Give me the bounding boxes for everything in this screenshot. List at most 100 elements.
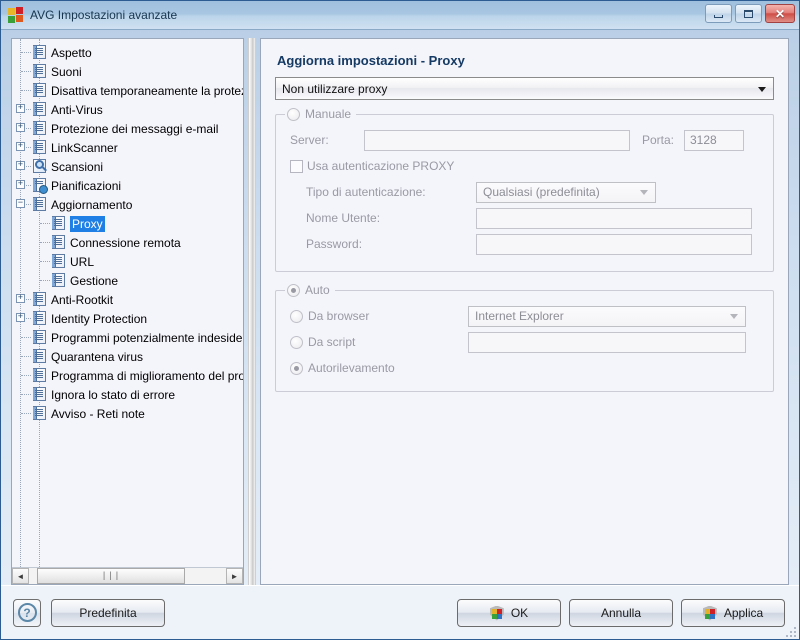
tree-item-url[interactable]: URL: [12, 252, 243, 271]
from-browser-radio[interactable]: [290, 309, 303, 323]
apply-button-label: Applica: [723, 606, 764, 620]
tree-guide-dash: [21, 356, 31, 357]
cancel-button[interactable]: Annulla: [569, 599, 673, 627]
from-browser-row: Da browser Internet Explorer: [290, 303, 759, 329]
tree-guide-dash: [21, 52, 31, 53]
document-icon: [33, 387, 47, 402]
expand-icon[interactable]: +: [16, 104, 25, 113]
server-input[interactable]: [364, 129, 630, 151]
tree-item-label: URL: [70, 254, 95, 269]
auto-proxy-group: Auto Da browser Internet Explorer Da scr…: [275, 283, 774, 392]
default-button[interactable]: Predefinita: [51, 598, 165, 627]
browser-value: Internet Explorer: [475, 309, 564, 323]
settings-tree[interactable]: Aspetto Suoni Disattiva temporaneamente la…: [12, 39, 243, 567]
document-icon: [52, 216, 66, 231]
expand-icon[interactable]: +: [16, 180, 25, 189]
tree-item-label: Disattiva temporaneamente la protezione …: [51, 83, 243, 98]
panel-splitter[interactable]: [244, 38, 260, 585]
tree-item-proxy[interactable]: Proxy: [12, 214, 243, 233]
tree-horizontal-scrollbar[interactable]: ◄ ||| ►: [12, 567, 243, 584]
server-label: Server:: [290, 133, 329, 147]
tree-item-programmi-potenzialmente-indesiderati[interactable]: Programmi potenzialmente indesiderati: [12, 328, 243, 347]
scroll-right-arrow-icon[interactable]: ►: [226, 568, 243, 584]
avg-advanced-settings-window: AVG Impostazioni avanzate ✕ Aspetto Suoni…: [0, 0, 800, 640]
tree-item-disattiva-temporaneamente-la-protezione-avg[interactable]: Disattiva temporaneamente la protezione …: [12, 81, 243, 100]
auth-type-value: Qualsiasi (predefinita): [483, 185, 600, 199]
tree-item-suoni[interactable]: Suoni: [12, 62, 243, 81]
auth-type-combobox[interactable]: Qualsiasi (predefinita): [476, 181, 656, 203]
document-icon: [33, 140, 47, 155]
browser-combobox[interactable]: Internet Explorer: [468, 305, 746, 327]
tree-item-label: Programmi potenzialmente indesiderati: [51, 330, 243, 345]
magnifier-icon: [33, 159, 47, 174]
tree-item-aspetto[interactable]: Aspetto: [12, 43, 243, 62]
tree-item-label: Scansioni: [51, 159, 104, 174]
close-button[interactable]: ✕: [765, 4, 795, 23]
tree-item-avviso-reti-note[interactable]: Avviso - Reti note: [12, 404, 243, 423]
manual-radio-indicator: [287, 107, 300, 121]
tree-item-aggiornamento[interactable]: − Aggiornamento: [12, 195, 243, 214]
tree-item-programma-di-miglioramento-del-prodotto[interactable]: Programma di miglioramento del prodotto: [12, 366, 243, 385]
script-input[interactable]: [468, 331, 746, 353]
splitter-bar[interactable]: [248, 38, 256, 585]
close-icon: ✕: [774, 6, 786, 21]
tree-item-pianificazioni[interactable]: + Pianificazioni: [12, 176, 243, 195]
ok-button[interactable]: OK: [457, 599, 561, 627]
tree-item-anti-virus[interactable]: + Anti-Virus: [12, 100, 243, 119]
document-icon: [33, 292, 47, 307]
username-input[interactable]: [476, 207, 752, 229]
tree-item-identity-protection[interactable]: + Identity Protection: [12, 309, 243, 328]
tree-item-anti-rootkit[interactable]: + Anti-Rootkit: [12, 290, 243, 309]
document-icon: [33, 45, 47, 60]
page-title: Aggiorna impostazioni - Proxy: [277, 53, 465, 68]
document-icon: [33, 330, 47, 345]
expand-icon[interactable]: +: [16, 123, 25, 132]
expand-icon[interactable]: +: [16, 313, 25, 322]
port-input[interactable]: 3128: [684, 129, 744, 151]
auto-radio[interactable]: Auto: [285, 283, 335, 297]
scrollbar-thumb[interactable]: |||: [37, 568, 185, 584]
shield-icon: [702, 605, 717, 621]
window-body: Aspetto Suoni Disattiva temporaneamente la…: [1, 30, 799, 585]
tree-item-label: Programma di miglioramento del prodotto: [51, 368, 243, 383]
use-auth-row[interactable]: Usa autenticazione PROXY: [290, 153, 759, 179]
from-script-radio[interactable]: [290, 335, 303, 349]
tree-guide-dash: [21, 337, 31, 338]
default-button-label: Predefinita: [79, 605, 137, 620]
expand-icon[interactable]: +: [16, 142, 25, 151]
password-input[interactable]: [476, 233, 752, 255]
apply-button[interactable]: Applica: [681, 599, 785, 627]
tree-item-connessione-remota[interactable]: Connessione remota: [12, 233, 243, 252]
tree-item-label: Pianificazioni: [51, 178, 122, 193]
document-icon: [33, 83, 47, 98]
tree-item-label: Aggiornamento: [51, 197, 133, 212]
tree-item-protezione-dei-messaggi-e-mail[interactable]: + Protezione dei messaggi e-mail: [12, 119, 243, 138]
use-proxy-auth-checkbox[interactable]: [290, 159, 303, 173]
tree-item-scansioni[interactable]: + Scansioni: [12, 157, 243, 176]
server-row: Server: Porta: 3128: [290, 127, 759, 153]
document-icon: [33, 102, 47, 117]
tree-item-label: Identity Protection: [51, 311, 148, 326]
clock-icon: [33, 178, 48, 194]
proxy-mode-combobox[interactable]: Non utilizzare proxy: [275, 77, 774, 100]
tree-item-label: Gestione: [70, 273, 119, 288]
chevron-down-icon: [758, 86, 766, 92]
scroll-left-arrow-icon[interactable]: ◄: [12, 568, 29, 584]
tree-item-linkscanner[interactable]: + LinkScanner: [12, 138, 243, 157]
manual-radio[interactable]: Manuale: [285, 107, 357, 121]
tree-item-ignora-lo-stato-di-errore[interactable]: Ignora lo stato di errore: [12, 385, 243, 404]
expand-icon[interactable]: +: [16, 161, 25, 170]
maximize-button[interactable]: [735, 4, 762, 23]
autodetect-radio[interactable]: [290, 361, 303, 375]
from-browser-label: Da browser: [308, 309, 370, 323]
tree-item-quarantena-virus[interactable]: Quarantena virus: [12, 347, 243, 366]
collapse-icon[interactable]: −: [16, 199, 25, 208]
resize-grip-icon[interactable]: [784, 625, 796, 637]
minimize-button[interactable]: [705, 4, 732, 23]
tree-item-gestione[interactable]: Gestione: [12, 271, 243, 290]
scrollbar-track[interactable]: |||: [29, 568, 226, 584]
help-button[interactable]: ?: [13, 598, 41, 627]
use-proxy-auth-label: Usa autenticazione PROXY: [307, 159, 455, 173]
expand-icon[interactable]: +: [16, 294, 25, 303]
proxy-settings-panel: Aggiorna impostazioni - Proxy Non utiliz…: [260, 38, 789, 585]
